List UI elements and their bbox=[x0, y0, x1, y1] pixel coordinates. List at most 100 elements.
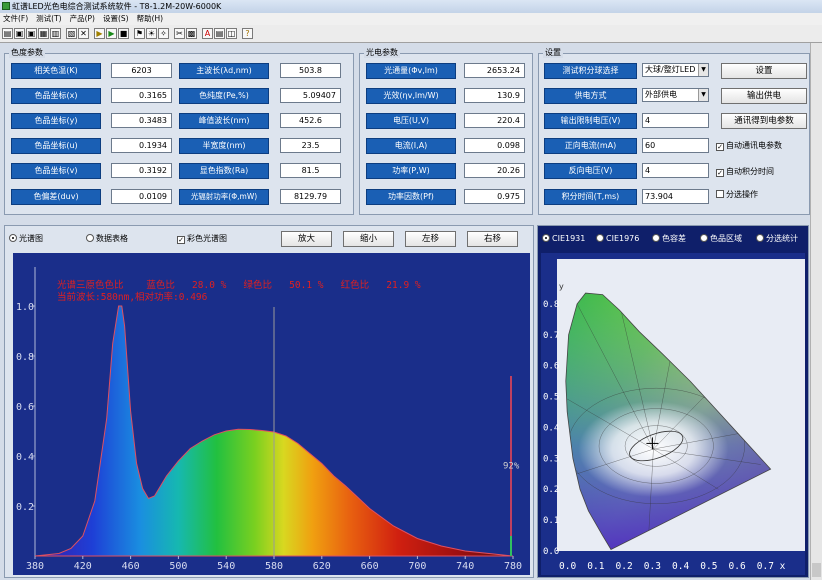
opt-color-spectrum-checkbox[interactable]: ✓ 彩色光谱图 bbox=[177, 234, 227, 244]
opt-tolerance-radio[interactable]: 色容差 bbox=[652, 234, 686, 244]
opt-region-radio[interactable]: 色品区域 bbox=[700, 234, 742, 244]
color-value-2: 5.09407 bbox=[280, 88, 341, 103]
cie-y-tick-label: 0.1 bbox=[543, 516, 559, 526]
sphere-select[interactable]: 大球/整灯LED ▼ bbox=[642, 63, 709, 77]
opt-cie1931-radio[interactable]: CIE1931 bbox=[542, 234, 585, 244]
save-as-icon[interactable]: ▣ bbox=[26, 28, 37, 39]
scrollbar-thumb[interactable] bbox=[812, 563, 821, 577]
lamp-icon[interactable]: ✧ bbox=[158, 28, 169, 39]
radio-selected-icon[interactable] bbox=[9, 234, 17, 242]
color-value: 0.1934 bbox=[111, 138, 172, 153]
elec-label: 光通量(Φv,lm) bbox=[366, 63, 456, 79]
color-label-2: 光辐射功率(Φ,mW) bbox=[179, 189, 269, 205]
pdf-icon[interactable]: A bbox=[202, 28, 213, 39]
tools-icon[interactable]: ✂ bbox=[174, 28, 185, 39]
output-power-button[interactable]: 输出供电 bbox=[721, 88, 807, 104]
menu-test[interactable]: 测试(T) bbox=[36, 13, 61, 25]
auto-integ-checkbox[interactable]: ✓ 自动积分时间 bbox=[716, 167, 774, 177]
limit-voltage-input[interactable]: 4 bbox=[642, 113, 709, 128]
cie-y-tick-label: 0.4 bbox=[543, 423, 559, 433]
radio-unselected-icon[interactable] bbox=[756, 234, 764, 242]
y-tick-label: 0.2 bbox=[16, 502, 34, 513]
power-select[interactable]: 外部供电 ▼ bbox=[642, 88, 709, 102]
color-label: 色品坐标(v) bbox=[11, 163, 101, 179]
panel-title: 设置 bbox=[543, 48, 563, 58]
sort-checkbox[interactable]: 分选操作 bbox=[716, 190, 758, 200]
report-icon[interactable]: ▤ bbox=[214, 28, 225, 39]
color-value: 0.3483 bbox=[111, 113, 172, 128]
cie-x-tick-label: 0.0 bbox=[559, 561, 576, 572]
menu-settings[interactable]: 设置(S) bbox=[103, 13, 129, 25]
checkbox-unchecked-icon[interactable] bbox=[716, 190, 724, 198]
chevron-down-icon[interactable]: ▼ bbox=[698, 64, 708, 76]
cie-x-tick-label: 0.5 bbox=[700, 561, 717, 572]
move-left-button[interactable]: 左移 bbox=[405, 231, 456, 247]
save-icon[interactable]: ▣ bbox=[14, 28, 25, 39]
forward-current-input[interactable]: 60 bbox=[642, 138, 709, 153]
color-value-2: 81.5 bbox=[280, 163, 341, 178]
print-icon[interactable]: ▦ bbox=[38, 28, 49, 39]
settings-button[interactable]: 设置 bbox=[721, 63, 807, 79]
x-tick-label: 740 bbox=[456, 561, 474, 572]
sort-label: 分选操作 bbox=[726, 190, 758, 199]
color-label: 色偏差(duv) bbox=[11, 189, 101, 205]
y-tick-label: 0.4 bbox=[16, 452, 34, 463]
radio-unselected-icon[interactable] bbox=[700, 234, 708, 242]
radio-unselected-icon[interactable] bbox=[86, 234, 94, 242]
checkbox-checked-icon[interactable]: ✓ bbox=[716, 143, 724, 151]
window-scrollbar[interactable] bbox=[810, 43, 822, 580]
spectrum-icon[interactable]: ▧ bbox=[66, 28, 77, 39]
radio-unselected-icon[interactable] bbox=[652, 234, 660, 242]
reverse-voltage-input[interactable]: 4 bbox=[642, 163, 709, 178]
side-percent-label: 92% bbox=[503, 462, 520, 472]
menu-file[interactable]: 文件(F) bbox=[3, 13, 28, 25]
radio-selected-icon[interactable] bbox=[542, 234, 550, 242]
window-titlebar: 虹谱LED光色电综合测试系统软件 - T8-1.2M-20W-6000K bbox=[0, 0, 822, 13]
export-icon[interactable]: ▥ bbox=[50, 28, 61, 39]
menu-help[interactable]: 帮助(H) bbox=[137, 13, 164, 25]
cie-y-tick-label: 0.7 bbox=[543, 331, 559, 341]
color-ratio-annotation: 光谱三原色色比 蓝色比 28.0 % 绿色比 50.1 % 红色比 21.9 % bbox=[57, 279, 421, 291]
radio-unselected-icon[interactable] bbox=[596, 234, 604, 242]
opt-table-radio[interactable]: 数据表格 bbox=[86, 234, 128, 244]
power-select-value: 外部供电 bbox=[645, 90, 677, 99]
opt-sort-stats-radio[interactable]: 分选统计 bbox=[756, 234, 798, 244]
panel-title: 光电参数 bbox=[364, 48, 400, 58]
stop-icon[interactable]: ■ bbox=[118, 28, 129, 39]
excel-icon[interactable]: ✕ bbox=[78, 28, 89, 39]
cie-chart[interactable]: 0.8 0.7 0.6 0.5 0.4 0.3 0.2 0.1 0.0 0.0 0.1 0.2 0.3… bbox=[541, 253, 805, 575]
integration-time-input[interactable]: 73.904 bbox=[642, 189, 709, 204]
checkbox-checked-icon[interactable]: ✓ bbox=[716, 169, 724, 177]
chevron-down-icon[interactable]: ▼ bbox=[698, 89, 708, 101]
auto-comm-checkbox[interactable]: ✓ 自动通讯电参数 bbox=[716, 141, 782, 151]
color-label: 色品坐标(y) bbox=[11, 113, 101, 129]
toolbar: ▤ ▣ ▣ ▦ ▥ ▧ ✕ ▶ ▶ ■ ⚑ ☀ ✧ ✂ ▩ A ▤ ◫ ? bbox=[0, 25, 822, 43]
calibrate-icon[interactable]: ▩ bbox=[186, 28, 197, 39]
color-value-2: 8129.79 bbox=[280, 189, 341, 204]
opt-cie1976-radio[interactable]: CIE1976 bbox=[596, 234, 639, 244]
color-label-2: 显色指数(Ra) bbox=[179, 163, 269, 179]
opt-region-label: 色品区域 bbox=[710, 234, 742, 243]
bulb-icon[interactable]: ☀ bbox=[146, 28, 157, 39]
zoom-out-button[interactable]: 缩小 bbox=[343, 231, 394, 247]
x-tick-label: 700 bbox=[408, 561, 426, 572]
elec-label: 光效(ηv,lm/W) bbox=[366, 88, 456, 104]
checkbox-checked-icon[interactable]: ✓ bbox=[177, 236, 185, 244]
step-play-icon[interactable]: ▶ bbox=[94, 28, 105, 39]
toolbar-separator bbox=[130, 28, 133, 39]
opt-cie1931-label: CIE1931 bbox=[552, 234, 586, 243]
zoom-in-button[interactable]: 放大 bbox=[281, 231, 332, 247]
comm-get-params-button[interactable]: 通讯得到电参数 bbox=[721, 113, 807, 129]
opt-sort-stats-label: 分选统计 bbox=[766, 234, 798, 243]
flag-icon[interactable]: ⚑ bbox=[134, 28, 145, 39]
play-icon[interactable]: ▶ bbox=[106, 28, 117, 39]
help-icon[interactable]: ? bbox=[242, 28, 253, 39]
move-right-button[interactable]: 右移 bbox=[467, 231, 518, 247]
elec-label: 电流(I,A) bbox=[366, 138, 456, 154]
spectrum-chart[interactable]: 92% 光谱三原色色比 蓝色比 28.0 % 绿色比 50.1 % 红色比 21… bbox=[13, 253, 530, 575]
open-icon[interactable]: ▤ bbox=[2, 28, 13, 39]
preview-icon[interactable]: ◫ bbox=[226, 28, 237, 39]
opt-spectrum-radio[interactable]: 光谱图 bbox=[9, 234, 43, 244]
menu-product[interactable]: 产品(P) bbox=[70, 13, 95, 25]
cie-x-tick-label: 0.2 bbox=[616, 561, 633, 572]
